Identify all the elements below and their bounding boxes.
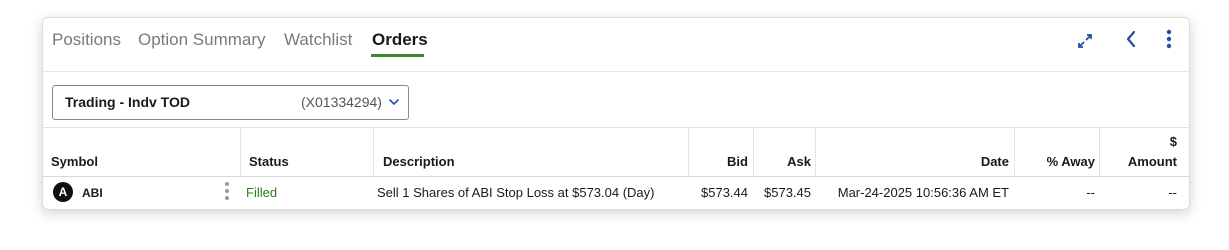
column-header-status[interactable]: Status (249, 154, 289, 169)
account-name: Trading - Indv TOD (65, 94, 190, 110)
column-divider (688, 128, 689, 176)
chevron-down-icon (388, 95, 400, 113)
account-number: (X01334294) (301, 94, 382, 110)
column-divider (240, 128, 241, 176)
column-header-bid[interactable]: Bid (727, 154, 748, 169)
symbol-badge: A (53, 182, 73, 202)
column-header-amount[interactable]: Amount (1128, 154, 1177, 169)
date-value: Mar-24-2025 10:56:36 AM ET (837, 185, 1009, 200)
header-divider (43, 176, 1189, 177)
account-dropdown[interactable]: Trading - Indv TOD (X01334294) (52, 85, 409, 120)
row-actions-icon[interactable] (224, 182, 230, 204)
tab-positions[interactable]: Positions (52, 30, 121, 50)
column-divider (1014, 128, 1015, 176)
column-divider (373, 128, 374, 176)
tab-option-summary[interactable]: Option Summary (138, 30, 266, 50)
table-top-border (43, 127, 1189, 128)
column-header-amount-currency: $ (1169, 134, 1177, 149)
tab-watchlist[interactable]: Watchlist (284, 30, 352, 50)
column-divider (1099, 128, 1100, 176)
away-value: -- (1086, 185, 1095, 200)
amount-value: -- (1168, 185, 1177, 200)
column-header-symbol[interactable]: Symbol (51, 154, 98, 169)
orders-panel: Positions Option Summary Watchlist Order… (42, 17, 1190, 210)
tab-orders[interactable]: Orders (372, 30, 428, 50)
chevron-left-icon[interactable] (1118, 26, 1144, 52)
bid-value: $573.44 (701, 185, 748, 200)
active-tab-indicator (371, 54, 424, 57)
ask-value: $573.45 (764, 185, 811, 200)
tab-bar: Positions Option Summary Watchlist Order… (43, 18, 1189, 72)
column-header-description[interactable]: Description (383, 154, 455, 169)
description-value: Sell 1 Shares of ABI Stop Loss at $573.0… (377, 185, 655, 200)
expand-icon[interactable] (1072, 28, 1098, 54)
column-header-away[interactable]: % Away (1047, 154, 1095, 169)
column-divider (815, 128, 816, 176)
status-value: Filled (246, 185, 278, 200)
symbol-value[interactable]: ABI (82, 186, 103, 200)
column-header-date[interactable]: Date (981, 154, 1009, 169)
column-header-ask[interactable]: Ask (787, 154, 811, 169)
more-vertical-icon[interactable] (1156, 26, 1182, 52)
column-divider (753, 128, 754, 176)
